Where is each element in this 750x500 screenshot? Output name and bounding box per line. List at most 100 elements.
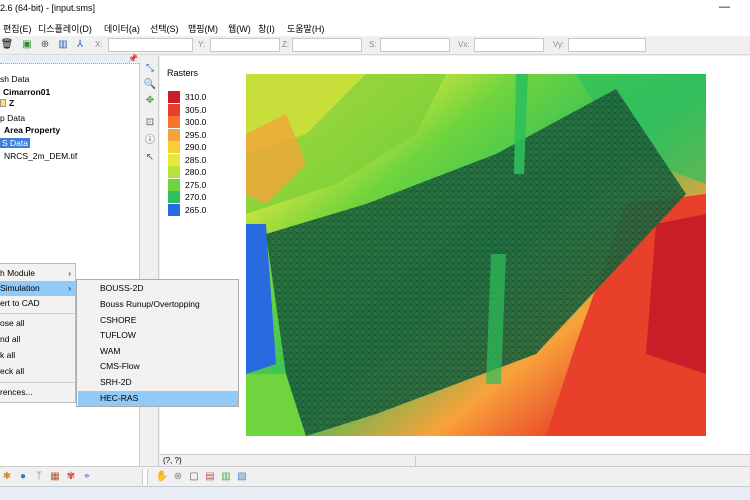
zoom-tool-icon[interactable]: 🔍 xyxy=(143,78,157,92)
menu-item-convert-to-cad[interactable]: ert to CAD xyxy=(0,296,75,311)
info-tool-icon[interactable]: ⓘ xyxy=(143,134,157,148)
vx-field[interactable] xyxy=(474,38,544,52)
select-tool-icon[interactable]: ⤡ xyxy=(143,62,157,76)
pin-icon[interactable]: 📌 xyxy=(128,54,138,63)
legend-label: 290.0 xyxy=(185,142,207,152)
menu-item-label: ert to CAD xyxy=(0,298,40,308)
submenu-item-bouss-2d[interactable]: BOUSS-2D xyxy=(78,281,238,296)
module-toolbar: ✱ ● ᛉ ▦ ✾ ⌖ ✋ ⊗ ▢ ▤ ▥ ▧ xyxy=(0,466,750,486)
menu-separator xyxy=(0,313,75,314)
legend-swatch xyxy=(168,103,180,116)
vy-label: Vy: xyxy=(553,40,565,49)
submenu-item-hec-ras[interactable]: HEC-RAS xyxy=(78,391,238,406)
legend-swatch xyxy=(168,191,180,203)
dataset-icon xyxy=(0,99,6,107)
menu-edit[interactable]: 편집(E) xyxy=(3,22,32,35)
tree-item-area-property[interactable]: Area Property xyxy=(4,125,60,135)
frame-tool-icon[interactable]: ⊡ xyxy=(143,116,157,130)
menu-help[interactable]: 도움말(H) xyxy=(287,22,324,35)
scatter-module-icon[interactable]: ᛉ xyxy=(32,470,46,484)
legend-swatch xyxy=(168,166,180,178)
menu-item-uncheck-all[interactable]: eck all xyxy=(0,364,75,379)
menu-item-check-all[interactable]: k all xyxy=(0,348,75,363)
menu-item-label: h Module xyxy=(0,268,35,278)
z-label: Z: xyxy=(282,40,290,49)
menu-item-mesh-module[interactable]: h Module › xyxy=(0,266,75,281)
image-icon[interactable]: ▤ xyxy=(203,470,217,484)
menu-mapping[interactable]: 맵핑(M) xyxy=(188,22,218,35)
menu-item-preferences[interactable]: rences... xyxy=(0,385,75,400)
globe-icon[interactable]: ● xyxy=(16,470,30,484)
camera-icon[interactable]: ▢ xyxy=(187,470,201,484)
x-field[interactable] xyxy=(108,38,193,52)
photo-icon[interactable]: ▧ xyxy=(235,470,249,484)
trash-icon[interactable]: 🗑 xyxy=(0,38,14,52)
vy-field[interactable] xyxy=(568,38,646,52)
menu-item-collapse-all[interactable]: ose all xyxy=(0,316,75,331)
submenu-item-cshore[interactable]: CSHORE xyxy=(78,313,238,328)
y-field[interactable] xyxy=(210,38,280,52)
legend-label: 265.0 xyxy=(185,204,207,215)
pointer-tool-icon[interactable]: ↖ xyxy=(143,151,157,165)
zoom-icon[interactable]: ⊕ xyxy=(38,38,52,52)
tree-item-z[interactable]: Z xyxy=(9,98,14,108)
legend-label: 285.0 xyxy=(185,154,207,165)
raster-terrain-map[interactable] xyxy=(246,74,706,436)
legend-label: 275.0 xyxy=(185,179,207,190)
submenu-item-srh-2d[interactable]: SRH-2D xyxy=(78,375,238,390)
s-label: S: xyxy=(369,40,377,49)
tree-item-map-data[interactable]: p Data xyxy=(0,113,25,123)
legend-swatch xyxy=(168,203,180,216)
menu-data[interactable]: 데이터(a) xyxy=(104,22,140,35)
menu-bar: 편집(E) 디스플레이(D) 데이터(a) 선택(S) 맵핑(M) 웹(W) 창… xyxy=(0,20,750,36)
y-label: Y: xyxy=(198,40,206,49)
menu-item-label: k all xyxy=(0,350,16,360)
cursor-coordinates: (?, ?) xyxy=(163,456,182,465)
hand-icon[interactable]: ✋ xyxy=(155,470,169,484)
menu-item-label: eck all xyxy=(0,366,25,376)
save-icon[interactable]: ▣ xyxy=(20,38,34,52)
status-bar: (?, ?) xyxy=(160,454,750,466)
minimize-button[interactable]: — xyxy=(719,1,730,13)
submenu-item-bouss-runup[interactable]: Bouss Runup/Overtopping xyxy=(78,297,238,312)
legend-title: Rasters xyxy=(167,68,199,78)
tree-item-cimarron01[interactable]: Cimarron01 xyxy=(3,87,50,97)
menu-item-label: ose all xyxy=(0,318,25,328)
mesh-module-icon[interactable]: ✱ xyxy=(0,470,14,484)
graphics-window[interactable]: Rasters 310.0 305.0 300.0 295.0 290.0 285.0 28… xyxy=(160,56,750,454)
menu-select[interactable]: 선택(S) xyxy=(150,22,179,35)
vx-label: Vx: xyxy=(458,40,470,49)
legend-swatch xyxy=(168,178,180,191)
menu-display[interactable]: 디스플레이(D) xyxy=(38,22,92,35)
gis-module-icon[interactable]: ⌖ xyxy=(80,470,94,484)
particle-module-icon[interactable]: ✾ xyxy=(64,470,78,484)
x-label: X: xyxy=(95,40,103,49)
legend-label: 300.0 xyxy=(185,117,207,127)
tree-item-nrcs-dem[interactable]: NRCS_2m_DEM.tif xyxy=(4,151,77,161)
window-title: 2.6 (64-bit) - [input.sms] xyxy=(0,3,96,13)
submenu-item-tuflow[interactable]: TUFLOW xyxy=(78,328,238,343)
menu-window[interactable]: 창(I) xyxy=(258,22,275,35)
display-icon[interactable]: ▥ xyxy=(56,38,70,52)
s-field[interactable] xyxy=(380,38,450,52)
legend-swatch xyxy=(168,116,180,128)
submenu-item-cms-flow[interactable]: CMS-Flow xyxy=(78,359,238,374)
rotate-tool-icon[interactable]: ✥ xyxy=(143,94,157,108)
link-icon[interactable]: ⊗ xyxy=(171,470,185,484)
legend-swatch xyxy=(168,128,180,141)
submenu-item-wam[interactable]: WAM xyxy=(78,344,238,359)
chart-icon[interactable]: ▥ xyxy=(219,470,233,484)
tree-item-mesh-data[interactable]: sh Data xyxy=(0,74,29,84)
tree-item-gis-data[interactable]: S Data xyxy=(0,138,30,148)
menu-item-expand-all[interactable]: nd all xyxy=(0,332,75,347)
footer-strip xyxy=(0,486,750,500)
menu-web[interactable]: 웹(W) xyxy=(228,22,251,35)
legend-swatch xyxy=(168,153,180,166)
legend-label: 305.0 xyxy=(185,104,207,115)
plot-icon[interactable]: ⅄ xyxy=(73,38,87,52)
submenu-arrow-icon: › xyxy=(68,269,71,278)
menu-item-simulation[interactable]: Simulation › xyxy=(0,281,75,296)
cartesian-grid-icon[interactable]: ▦ xyxy=(48,470,62,484)
legend-swatch xyxy=(168,141,180,153)
z-field[interactable] xyxy=(292,38,362,52)
